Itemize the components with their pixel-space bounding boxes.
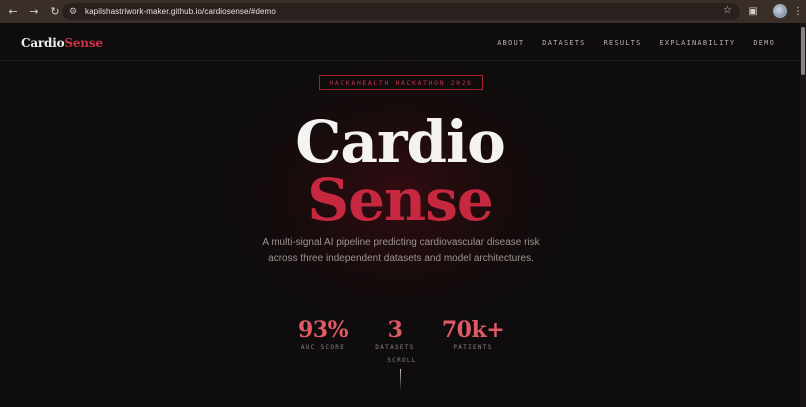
stat-label: DATASETS <box>375 344 415 351</box>
hero-title-line2: Sense <box>307 166 494 234</box>
back-arrow-icon[interactable]: ← <box>4 3 22 21</box>
profile-avatar[interactable] <box>773 4 787 18</box>
hackathon-badge: HACKAHEALTH HACKATHON 2026 <box>319 75 483 90</box>
stat-value: 70k+ <box>441 317 505 343</box>
star-icon[interactable]: ☆ <box>723 5 732 16</box>
address-bar[interactable]: ⚙ kapilshastriwork-maker.github.io/cardi… <box>62 3 740 20</box>
nav-link-datasets[interactable]: DATASETS <box>542 39 585 47</box>
stat-auc: 93% AUC SCORE <box>296 317 350 351</box>
address-url[interactable]: kapilshastriwork-maker.github.io/cardios… <box>85 7 276 16</box>
stat-label: PATIENTS <box>453 344 493 351</box>
stat-patients: 70k+ PATIENTS <box>440 317 506 351</box>
page-scrollbar[interactable] <box>800 23 806 407</box>
hero-description: A multi-signal AI pipeline predicting ca… <box>262 237 540 264</box>
stat-value: 93% <box>297 317 349 343</box>
scroll-indicator-label[interactable]: SCROLL <box>382 357 422 364</box>
page-content: CardioSense ABOUT DATASETS RESULTS EXPLA… <box>0 23 806 407</box>
nav-link-results[interactable]: RESULTS <box>604 39 642 47</box>
brand-part2: Sense <box>64 36 103 50</box>
forward-arrow-icon[interactable]: → <box>25 3 43 21</box>
scroll-indicator-line <box>400 369 401 391</box>
badge-text: HACKAHEALTH HACKATHON 2026 <box>329 78 473 87</box>
stat-value: 3 <box>387 317 403 343</box>
nav-links: ABOUT DATASETS RESULTS EXPLAINABILITY DE… <box>497 39 775 47</box>
nav-link-explainability[interactable]: EXPLAINABILITY <box>660 39 736 47</box>
puzzle-icon[interactable]: ▣ <box>745 3 761 19</box>
nav-link-demo[interactable]: DEMO <box>753 39 775 47</box>
site-info-icon[interactable]: ⚙ <box>66 5 80 19</box>
kebab-menu-icon[interactable]: ⋮ <box>793 3 803 19</box>
nav-link-about[interactable]: ABOUT <box>497 39 524 47</box>
stat-datasets: 3 DATASETS <box>372 317 418 351</box>
brand-logo[interactable]: CardioSense <box>21 36 103 50</box>
brand-part1: Cardio <box>21 36 65 50</box>
stat-label: AUC SCORE <box>300 344 346 351</box>
browser-toolbar: ← → ↻ ⚙ kapilshastriwork-maker.github.io… <box>0 0 806 23</box>
scrollbar-thumb[interactable] <box>801 27 805 75</box>
site-header: CardioSense ABOUT DATASETS RESULTS EXPLA… <box>0 23 800 61</box>
